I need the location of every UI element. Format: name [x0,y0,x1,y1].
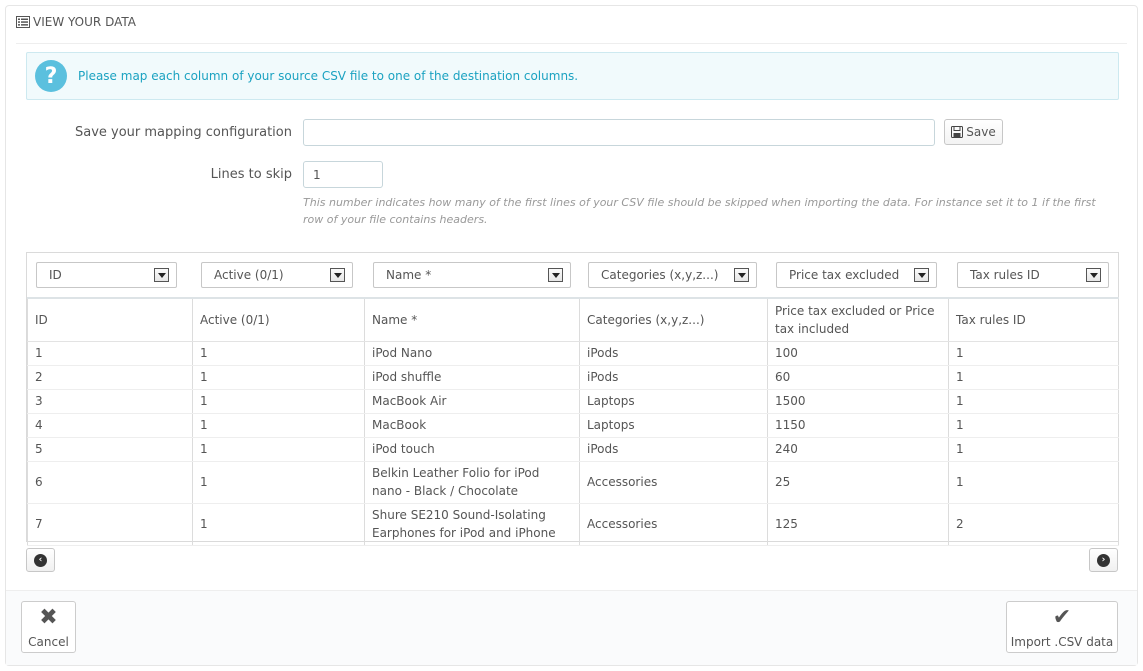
table-row: 2 1 iPod shuffle iPods 60 1 [27,365,1119,390]
table-row: 5 1 iPod touch iPods 240 1 [27,437,1119,462]
table-cell: 5 [27,437,193,462]
column-select-4[interactable]: Categories (x,y,z...) [588,262,757,288]
table-cell: 1 [948,461,1119,504]
chevron-down-icon [914,268,929,282]
mapping-label: Save your mapping configuration [74,125,292,140]
table-cell: 3 [27,389,193,414]
table-cell: 1 [192,365,365,390]
table-cell: 2 [948,503,1119,546]
skip-label: Lines to skip [210,167,292,182]
csv-preview-table: ID Active (0/1) Name * Categories (x,y,z… [27,297,1119,546]
table-cell: 1500 [767,389,949,414]
table-header-cell: Name * [364,298,580,342]
chevron-down-icon [548,268,563,282]
floppy-disk-icon [951,126,964,138]
table-cell: 1 [948,437,1119,462]
skip-help-text: This number indicates how many of the fi… [303,196,1096,226]
table-cell: iPods [579,365,768,390]
table-cell: Laptops [579,413,768,438]
table-cell: 60 [767,365,949,390]
table-cell: 1 [192,437,365,462]
chevron-left-icon: ‹ [34,553,47,567]
table-cell: 125 [767,503,949,546]
data-preview: ID Active (0/1) Name * Categories (x,y,z… [26,252,1119,546]
table-cell: 1 [948,341,1119,366]
chevron-down-icon [1086,268,1101,282]
table-cell: 7 [27,503,193,546]
table-cell: Shure SE210 Sound-Isolating Earphones fo… [364,503,580,546]
table-cell: 1150 [767,413,949,438]
table-cell: Accessories [579,503,768,546]
table-cell: iPods [579,437,768,462]
table-header-cell: ID [27,298,193,342]
next-page-button[interactable]: › [1089,548,1118,572]
table-cell: iPod shuffle [364,365,580,390]
panel-heading: VIEW YOUR DATA [16,14,1127,44]
import-csv-button[interactable]: ✔ Import .CSV data [1006,601,1118,653]
table-cell: 1 [192,341,365,366]
table-row: 3 1 MacBook Air Laptops 1500 1 [27,389,1119,414]
table-row: 6 1 Belkin Leather Folio for iPod nano - B… [27,461,1119,504]
list-icon [16,16,30,31]
table-cell: 6 [27,461,193,504]
table-cell: Accessories [579,461,768,504]
table-cell: 1 [192,413,365,438]
table-cell: MacBook [364,413,580,438]
table-cell: 25 [767,461,949,504]
close-icon: ✖ [39,605,58,630]
table-row: 1 1 iPod Nano iPods 100 1 [27,341,1119,366]
table-cell: 100 [767,341,949,366]
save-button-label: Save [966,125,996,139]
table-cell: 1 [27,341,193,366]
table-cell: iPods [579,341,768,366]
table-header-row: ID Active (0/1) Name * Categories (x,y,z… [27,298,1119,342]
save-mapping-button[interactable]: Save [944,119,1003,145]
chevron-down-icon [734,268,749,282]
table-cell: 2 [27,365,193,390]
previous-page-button[interactable]: ‹ [26,548,55,572]
table-cell: MacBook Air [364,389,580,414]
table-header-cell: Active (0/1) [192,298,365,342]
panel-footer: ✖ Cancel ✔ Import .CSV data [6,590,1137,665]
table-header-cell: Price tax excluded or Price tax included [767,298,949,342]
table-row: 7 1 Shure SE210 Sound-Isolating Earphones … [27,503,1119,546]
table-cell: 1 [948,413,1119,438]
table-cell: Laptops [579,389,768,414]
import-panel: VIEW YOUR DATA ? Please map each column … [5,5,1138,666]
table-header-cell: Tax rules ID [948,298,1119,342]
table-cell: 1 [192,503,365,546]
table-cell: 1 [192,389,365,414]
question-circle-icon: ? [35,60,67,92]
column-select-2[interactable]: Active (0/1) [201,262,353,288]
info-alert: ? Please map each column of your source … [26,52,1119,100]
checkmark-icon: ✔ [1052,605,1072,630]
chevron-down-icon [154,268,169,282]
table-cell: Belkin Leather Folio for iPod nano - Bla… [364,461,580,504]
column-select-6[interactable]: Tax rules ID [957,262,1109,288]
column-select-3[interactable]: Name * [373,262,571,288]
chevron-down-icon [330,268,345,282]
table-cell: 1 [192,461,365,504]
table-cell: iPod Nano [364,341,580,366]
table-cell: 1 [948,365,1119,390]
cancel-label: Cancel [28,635,69,649]
import-label: Import .CSV data [1010,635,1114,649]
chevron-right-icon: › [1097,553,1110,567]
column-select-1[interactable]: ID [36,262,177,288]
alert-text: Please map each column of your source CS… [78,69,579,83]
mapping-name-input[interactable] [303,119,935,146]
cancel-button[interactable]: ✖ Cancel [21,601,76,653]
panel-title: VIEW YOUR DATA [33,15,136,29]
table-cell: iPod touch [364,437,580,462]
column-mapping-row: ID Active (0/1) Name * Categories (x,y,z… [27,253,1118,297]
table-cell: 1 [948,389,1119,414]
lines-to-skip-input[interactable]: 1 [303,161,383,188]
table-cell: 4 [27,413,193,438]
table-row: 4 1 MacBook Laptops 1150 1 [27,413,1119,438]
table-cell: 240 [767,437,949,462]
table-header-cell: Categories (x,y,z...) [579,298,768,342]
column-select-5[interactable]: Price tax excluded [776,262,937,288]
